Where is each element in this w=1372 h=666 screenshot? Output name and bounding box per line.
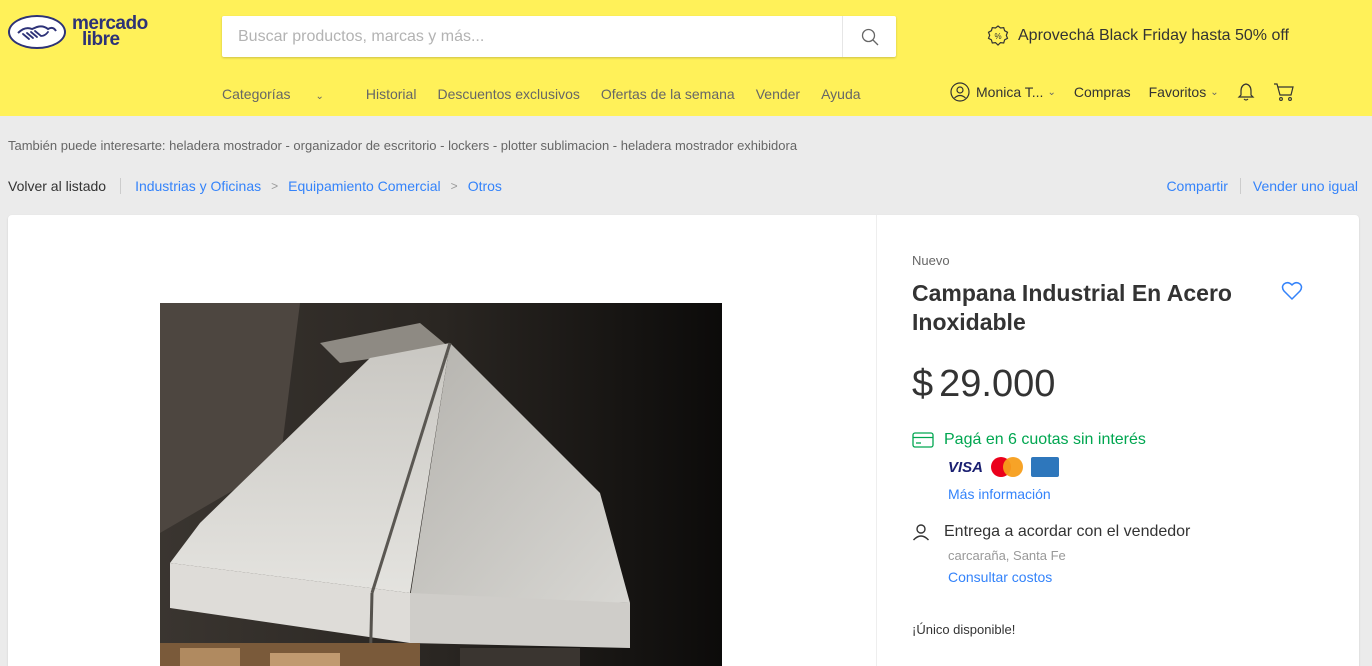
nav-exclusive-discounts[interactable]: Descuentos exclusivos	[437, 86, 579, 102]
user-name: Monica T...	[976, 84, 1044, 100]
header: mercado libre % Aprovechá Black Friday h…	[0, 0, 1372, 116]
person-icon	[912, 523, 930, 541]
promo-text: Aprovechá Black Friday hasta 50% off	[1018, 27, 1289, 44]
add-to-favorites-button[interactable]	[1281, 281, 1303, 306]
bell-icon	[1237, 83, 1255, 101]
chevron-down-icon: ⌄	[1210, 86, 1219, 98]
payment-methods: VISA	[948, 457, 1060, 477]
breadcrumb-item[interactable]: Equipamiento Comercial	[288, 178, 441, 194]
installments-text: Pagá en 6 cuotas sin interés	[944, 431, 1146, 448]
heart-icon	[1281, 281, 1303, 301]
user-nav: Monica T... ⌄ Compras Favoritos ⌄	[950, 82, 1313, 102]
related-searches[interactable]: También puede interesarte: heladera most…	[8, 138, 797, 153]
discount-badge-icon: %	[986, 24, 1010, 48]
credit-card-icon	[912, 432, 934, 448]
divider	[120, 178, 122, 194]
purchases-link[interactable]: Compras	[1074, 84, 1131, 100]
mastercard-icon	[991, 457, 1024, 477]
handshake-icon	[8, 15, 66, 49]
favorites-menu[interactable]: Favoritos ⌄	[1149, 84, 1219, 100]
delivery-text: Entrega a acordar con el vendedor	[944, 523, 1191, 540]
search-icon	[861, 28, 878, 45]
listing-actions: Compartir Vender uno igual	[1166, 178, 1358, 194]
installments-info: Pagá en 6 cuotas sin interés	[912, 431, 1146, 449]
delivery-info: Entrega a acordar con el vendedor	[912, 523, 1190, 541]
notifications-button[interactable]	[1237, 82, 1255, 102]
payment-more-info-link[interactable]: Más información	[948, 486, 1051, 502]
chevron-down-icon: ⌄	[315, 91, 324, 102]
stock-status: ¡Único disponible!	[912, 622, 1016, 637]
main-nav: Categorías ⌄ Historial Descuentos exclusi…	[222, 86, 882, 102]
nav-sell[interactable]: Vender	[756, 86, 800, 102]
user-avatar-icon	[950, 82, 970, 102]
breadcrumb-item[interactable]: Otros	[468, 178, 502, 194]
product-image[interactable]	[160, 303, 722, 666]
chevron-right-icon: >	[450, 179, 458, 193]
nav-help[interactable]: Ayuda	[821, 86, 860, 102]
svg-text:%: %	[994, 32, 1001, 41]
mercadolibre-logo[interactable]: mercado libre	[8, 12, 168, 52]
logo-text: mercado libre	[72, 12, 148, 50]
cart-icon	[1273, 83, 1294, 101]
nav-history[interactable]: Historial	[366, 86, 417, 102]
promo-banner[interactable]: % Aprovechá Black Friday hasta 50% off	[986, 24, 1289, 48]
nav-weekly-offers[interactable]: Ofertas de la semana	[601, 86, 735, 102]
search-bar	[222, 16, 896, 57]
chevron-down-icon: ⌄	[1047, 86, 1056, 98]
chevron-right-icon: >	[271, 179, 279, 193]
buy-box: Nuevo Campana Industrial En Acero Inoxid…	[877, 215, 1359, 666]
search-button[interactable]	[842, 16, 896, 57]
sell-similar-link[interactable]: Vender uno igual	[1253, 178, 1358, 194]
condition-label: Nuevo	[912, 253, 950, 268]
seller-location: carcaraña, Santa Fe	[948, 548, 1066, 563]
search-input[interactable]	[222, 16, 822, 57]
product-gallery	[8, 215, 876, 666]
breadcrumb-item[interactable]: Industrias y Oficinas	[135, 178, 261, 194]
shipping-costs-link[interactable]: Consultar costos	[948, 569, 1052, 585]
product-card: Nuevo Campana Industrial En Acero Inoxid…	[8, 215, 1359, 666]
user-menu[interactable]: Monica T... ⌄	[950, 82, 1056, 102]
product-title: Campana Industrial En Acero Inoxidable	[912, 280, 1232, 335]
nav-categories[interactable]: Categorías ⌄	[222, 86, 345, 102]
cart-button[interactable]	[1273, 82, 1295, 102]
american-express-icon	[1031, 457, 1060, 477]
visa-logo: VISA	[948, 458, 984, 476]
back-to-listing-link[interactable]: Volver al listado	[8, 178, 106, 194]
share-link[interactable]: Compartir	[1166, 178, 1227, 194]
price-amount: 29.000	[939, 363, 1056, 405]
breadcrumb: Volver al listado Industrias y Oficinas …	[8, 178, 502, 194]
currency-symbol: $	[912, 363, 934, 405]
divider	[1239, 178, 1241, 194]
product-price: $29.000	[912, 363, 1055, 406]
